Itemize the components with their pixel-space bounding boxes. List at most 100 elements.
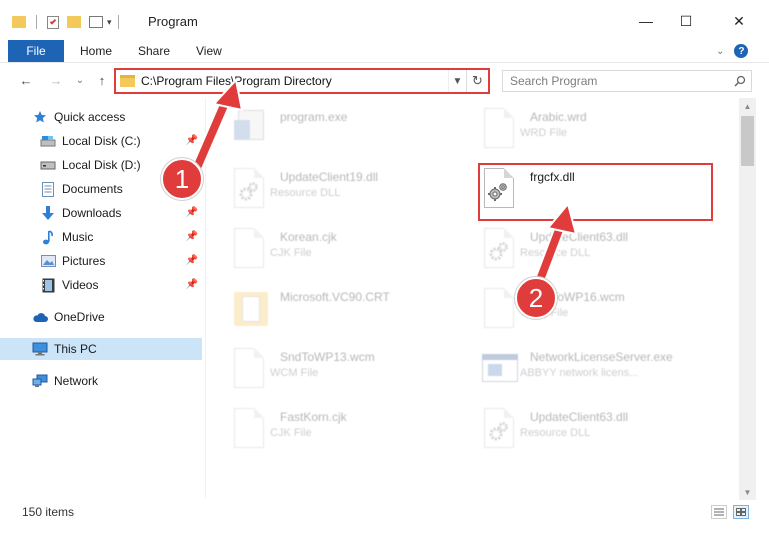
pin-icon[interactable]: 📌: [186, 207, 198, 218]
ribbon: File Home Share View ⌄ ?: [0, 40, 769, 62]
sidebar-item-downloads[interactable]: Downloads 📌: [0, 202, 202, 224]
refresh-button[interactable]: ↻: [466, 70, 488, 92]
video-icon: [40, 277, 56, 293]
file-name: UpdateClient19.dll: [280, 170, 379, 184]
scroll-down-arrow-icon[interactable]: ▼: [739, 484, 756, 500]
details-view-icon: [714, 508, 724, 516]
sidebar-item-pictures[interactable]: Pictures 📌: [0, 250, 202, 272]
help-button[interactable]: ?: [734, 44, 749, 58]
sidebar-item-music[interactable]: Music 📌: [0, 226, 202, 248]
file-item[interactable]: Korean.cjk CJK File: [206, 222, 446, 280]
file-item[interactable]: FastKorn.cjk CJK File: [206, 402, 446, 460]
file-name: program.exe: [280, 110, 348, 124]
sidebar-item-label: Videos: [62, 278, 99, 292]
pictures-icon: [40, 253, 56, 269]
pin-icon[interactable]: 📌: [186, 255, 198, 266]
documents-icon: [40, 181, 56, 197]
file-item[interactable]: UpdateClient63.dll Resource DLL: [456, 222, 696, 280]
sidebar-item-label: Local Disk (D:): [62, 158, 141, 172]
ribbon-controls: ⌄ ?: [716, 42, 749, 60]
address-path[interactable]: C:\Program Files\Program Directory: [141, 74, 448, 88]
folder-icon: [230, 286, 270, 334]
pin-icon[interactable]: 📌: [186, 279, 198, 290]
computer-icon: [32, 341, 48, 357]
back-button[interactable]: ←: [18, 72, 34, 88]
file-name: SndToWP13.wcm: [280, 350, 375, 364]
download-icon: [40, 205, 56, 221]
drive-icon: [40, 157, 56, 173]
file-type: WCM File: [270, 367, 319, 379]
sidebar-item-videos[interactable]: Videos 📌: [0, 274, 202, 296]
file-item[interactable]: UpdateClient19.dll Resource DLL: [206, 162, 446, 220]
recent-locations-button[interactable]: ⌄: [72, 72, 88, 88]
pin-icon[interactable]: 📌: [186, 231, 198, 242]
dll-gear-icon: [480, 226, 520, 274]
sidebar-item-quick-access[interactable]: Quick access: [0, 106, 202, 128]
item-count: 150 items: [22, 505, 75, 519]
network-icon: [32, 373, 48, 389]
search-icon[interactable]: [729, 75, 751, 87]
sidebar-item-label: This PC: [54, 342, 97, 356]
search-box[interactable]: Search Program: [502, 70, 752, 92]
file-item[interactable]: SndToWP16.wcmWCM File: [456, 282, 696, 340]
window-title: Program: [148, 14, 198, 29]
folder-icon: [120, 75, 135, 87]
file-item[interactable]: Arabic.wrd WRD File: [456, 102, 696, 160]
file-name: Arabic.wrd: [530, 110, 587, 124]
customize-dropdown-icon[interactable]: ▾: [107, 17, 112, 28]
navigation-bar: ← → ⌄ ↑ C:\Program Files\Program Directo…: [0, 62, 769, 98]
sidebar-item-this-pc[interactable]: This PC: [0, 338, 202, 360]
star-icon: [32, 109, 48, 125]
tab-home[interactable]: Home: [80, 40, 112, 62]
view-options-icon[interactable]: [89, 16, 103, 28]
close-button[interactable]: ✕: [719, 6, 759, 36]
file-item[interactable]: UpdateClient63.dll Resource DLL: [456, 402, 696, 460]
tab-share[interactable]: Share: [138, 40, 170, 62]
document-icon: [230, 406, 270, 454]
sidebar-item-onedrive[interactable]: OneDrive: [0, 306, 202, 328]
drive-icon: [40, 133, 56, 149]
tab-view[interactable]: View: [196, 40, 222, 62]
scroll-up-arrow-icon[interactable]: ▲: [739, 98, 756, 114]
file-item[interactable]: Microsoft.VC90.CRT: [206, 282, 446, 340]
minimize-button[interactable]: —: [626, 6, 666, 36]
status-bar: 150 items: [0, 500, 769, 524]
maximize-button[interactable]: ☐: [666, 6, 706, 36]
properties-icon[interactable]: [47, 15, 59, 29]
pin-icon[interactable]: 📌: [186, 135, 198, 146]
file-type: Resource DLL: [520, 427, 591, 439]
file-list: program.exe Arabic.wrd WRD File UpdateCli…: [206, 98, 739, 500]
large-icons-view-icon: [736, 508, 746, 516]
document-icon: [480, 106, 520, 154]
expand-ribbon-icon[interactable]: ⌄: [716, 46, 724, 57]
folder-icon[interactable]: [12, 16, 26, 28]
large-icons-view-button[interactable]: [733, 505, 749, 519]
file-type: Resource DLL: [520, 247, 591, 259]
window-bottom-edge: [0, 524, 769, 539]
file-item[interactable]: program.exe: [206, 102, 446, 160]
scrollbar-thumb[interactable]: [741, 116, 754, 166]
details-view-button[interactable]: [711, 505, 727, 519]
vertical-scrollbar[interactable]: ▲ ▼: [739, 98, 756, 500]
new-folder-icon[interactable]: [67, 16, 81, 28]
file-name: Korean.cjk: [280, 230, 337, 244]
file-highlight-box: [478, 163, 713, 221]
address-bar[interactable]: C:\Program Files\Program Directory ▼ ↻: [114, 68, 490, 94]
sidebar-item-local-disk-c[interactable]: Local Disk (C:) 📌: [0, 130, 202, 152]
sidebar-item-network[interactable]: Network: [0, 370, 202, 392]
file-item[interactable]: NetworkLicenseServer.exe ABBYY network li…: [456, 342, 696, 400]
chevron-down-icon[interactable]: ▼: [448, 70, 466, 92]
file-type: CJK File: [270, 247, 312, 259]
file-name: Microsoft.VC90.CRT: [280, 290, 390, 304]
file-type: ABBYY network licens...: [520, 367, 639, 379]
separator: [36, 15, 37, 29]
search-input[interactable]: Search Program: [510, 74, 729, 88]
file-item[interactable]: SndToWP13.wcm WCM File: [206, 342, 446, 400]
sidebar-item-label: Documents: [62, 182, 123, 196]
sidebar-item-label: Downloads: [62, 206, 122, 220]
file-name: NetworkLicenseServer.exe: [530, 350, 673, 364]
forward-button[interactable]: →: [48, 72, 64, 88]
up-button[interactable]: ↑: [94, 72, 110, 88]
tab-file[interactable]: File: [8, 40, 64, 62]
file-type: Resource DLL: [270, 187, 341, 199]
